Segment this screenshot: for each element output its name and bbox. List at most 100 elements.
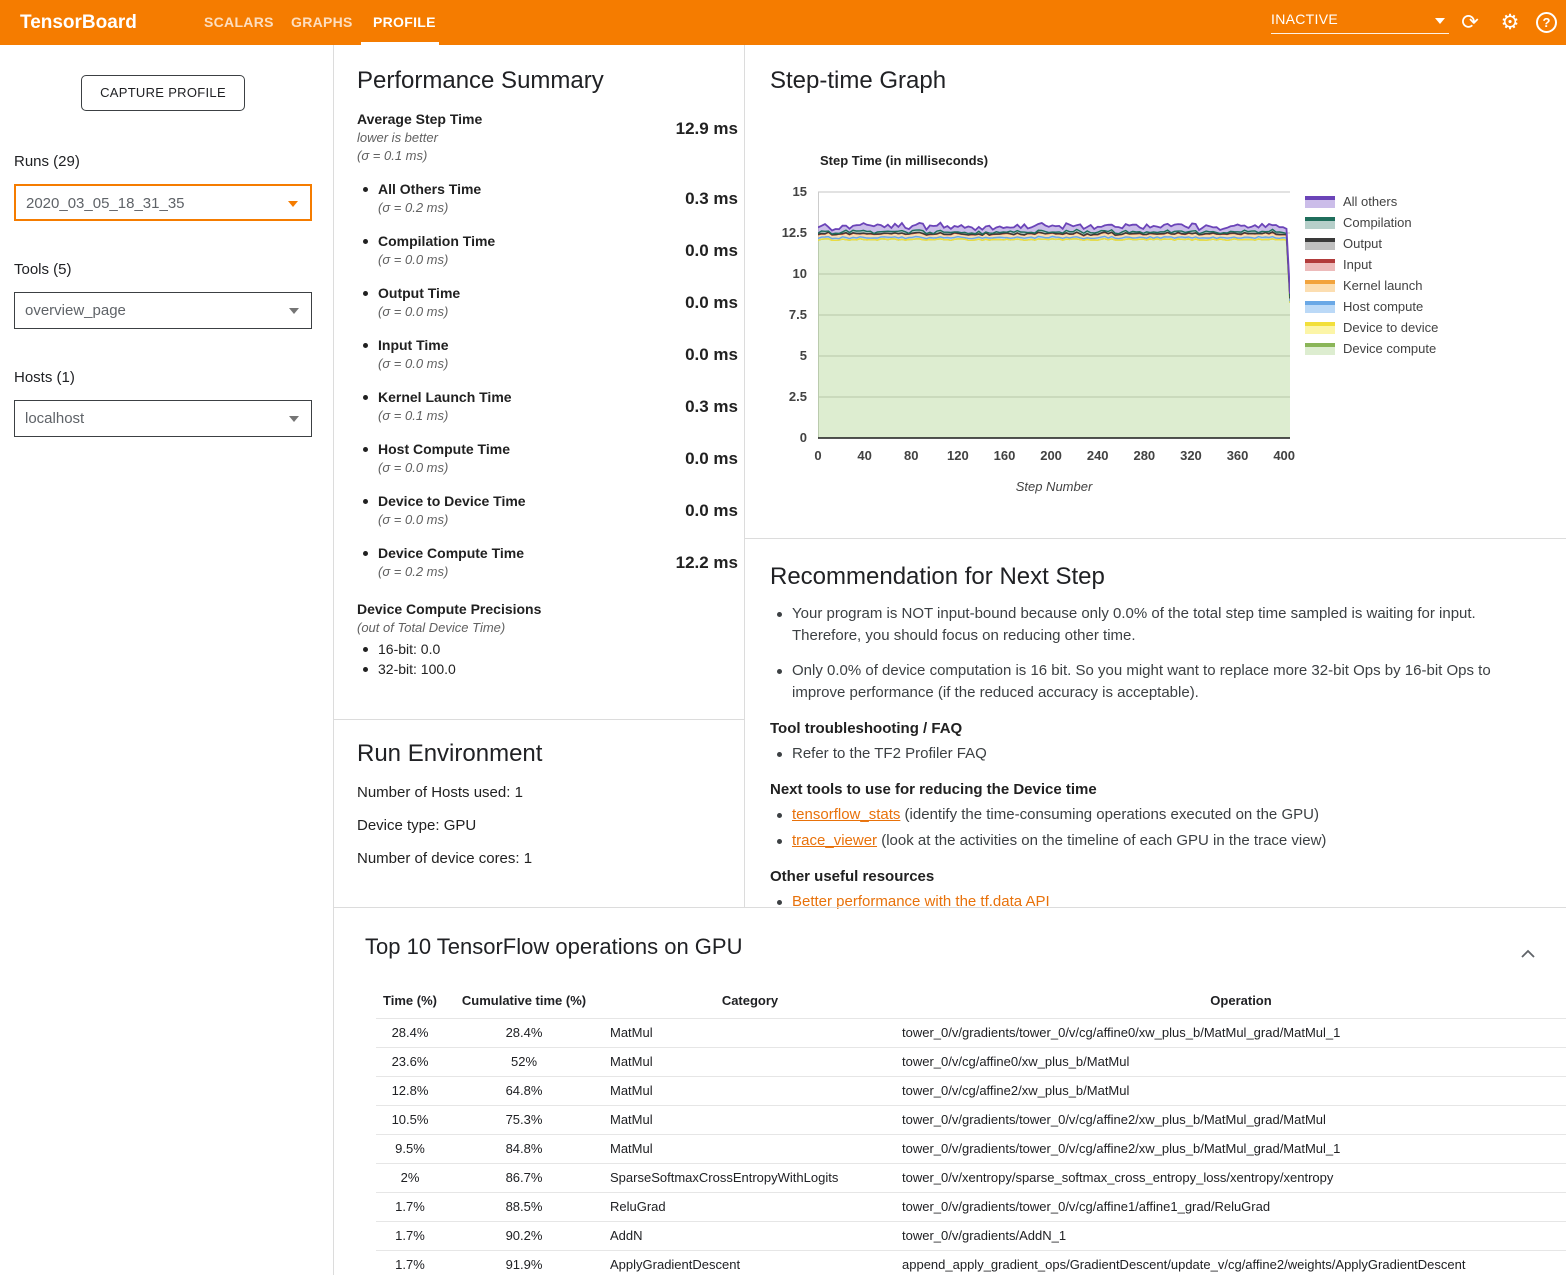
step-time-graph-title: Step-time Graph [770, 67, 946, 95]
tools-value: overview_page [25, 302, 126, 319]
metric-value: 0.0 ms [685, 241, 738, 261]
col-operation: Operation [896, 984, 1566, 1018]
run-environment-section: Run Environment Number of Hosts used: 1D… [334, 720, 745, 907]
other-resources-title: Other useful resources [770, 868, 1526, 885]
refresh-icon[interactable]: ⟳ [1457, 0, 1483, 45]
performance-item: Device to Device Time(σ = 0.0 ms)0.0 ms [357, 492, 702, 529]
performance-item: Device Compute Time(σ = 0.2 ms)12.2 ms [357, 544, 702, 581]
op-cumulative: 86.7% [444, 1163, 604, 1192]
op-time: 12.8% [376, 1076, 444, 1105]
metric-value: 0.0 ms [685, 293, 738, 313]
legend-item: Kernel launch [1305, 275, 1438, 296]
op-time: 23.6% [376, 1047, 444, 1076]
op-cumulative: 75.3% [444, 1105, 604, 1134]
hosts-value: localhost [25, 410, 84, 427]
table-row: 1.7%88.5%ReluGradtower_0/v/gradients/tow… [376, 1192, 1566, 1221]
op-operation: tower_0/v/gradients/tower_0/v/cg/affine1… [896, 1192, 1566, 1221]
recommendation-bullet: Only 0.0% of device computation is 16 bi… [770, 660, 1526, 704]
performance-summary-title: Performance Summary [357, 67, 702, 95]
y-tick-label: 0 [745, 430, 807, 445]
op-cumulative: 88.5% [444, 1192, 604, 1221]
legend-item: Compilation [1305, 212, 1438, 233]
hosts-select[interactable]: localhost [14, 400, 312, 437]
next-tool-item: trace_viewer (look at the activities on … [770, 830, 1526, 852]
op-cumulative: 84.8% [444, 1134, 604, 1163]
status-value: INACTIVE [1271, 11, 1338, 27]
step-time-chart [818, 190, 1290, 440]
op-category: MatMul [604, 1105, 896, 1134]
runs-select[interactable]: 2020_03_05_18_31_35 [14, 184, 312, 221]
app-title: TensorBoard [20, 0, 137, 45]
runs-label: Runs (29) [14, 153, 80, 170]
table-row: 1.7%90.2%AddNtower_0/v/gradients/AddN_1 [376, 1221, 1566, 1250]
status-dropdown[interactable]: INACTIVE [1271, 8, 1449, 34]
chevron-down-icon [289, 416, 299, 422]
x-tick-label: 360 [1227, 448, 1249, 463]
op-operation: tower_0/v/gradients/tower_0/v/cg/affine2… [896, 1105, 1566, 1134]
op-category: MatMul [604, 1076, 896, 1105]
run-environment-title: Run Environment [357, 740, 724, 768]
op-time: 1.7% [376, 1192, 444, 1221]
metric-value: 0.3 ms [685, 397, 738, 417]
top10-title: Top 10 TensorFlow operations on GPU [365, 934, 1566, 960]
legend-swatch [1305, 343, 1335, 355]
metric-value: 0.3 ms [685, 189, 738, 209]
x-tick-label: 40 [857, 448, 871, 463]
left-column: Performance Summary Average Step Timelow… [334, 45, 745, 907]
op-operation: tower_0/v/xentropy/sparse_softmax_cross_… [896, 1163, 1566, 1192]
help-icon[interactable]: ? [1536, 12, 1557, 33]
op-time: 9.5% [376, 1134, 444, 1163]
metric-value: 0.0 ms [685, 345, 738, 365]
tab-graphs[interactable]: GRAPHS [291, 0, 353, 45]
right-column: Step-time Graph Step Time (in millisecon… [745, 45, 1566, 907]
recommendation-title: Recommendation for Next Step [770, 563, 1526, 591]
precision-item: 16-bit: 0.0 [357, 639, 702, 659]
op-category: AddN [604, 1221, 896, 1250]
op-cumulative: 52% [444, 1047, 604, 1076]
tools-select[interactable]: overview_page [14, 292, 312, 329]
tab-scalars[interactable]: SCALARS [204, 0, 274, 45]
table-row: 28.4%28.4%MatMultower_0/v/gradients/towe… [376, 1018, 1566, 1047]
legend-item: Host compute [1305, 296, 1438, 317]
performance-item: Kernel Launch Time(σ = 0.1 ms)0.3 ms [357, 388, 702, 425]
op-time: 2% [376, 1163, 444, 1192]
op-time: 10.5% [376, 1105, 444, 1134]
x-axis-label: Step Number [1016, 479, 1093, 494]
performance-item: Host Compute Time(σ = 0.0 ms)0.0 ms [357, 440, 702, 477]
hosts-label: Hosts (1) [14, 369, 75, 386]
op-cumulative: 64.8% [444, 1076, 604, 1105]
op-operation: append_apply_gradient_ops/GradientDescen… [896, 1250, 1566, 1275]
x-tick-label: 200 [1040, 448, 1062, 463]
op-time: 1.7% [376, 1221, 444, 1250]
op-category: ReluGrad [604, 1192, 896, 1221]
tab-profile[interactable]: PROFILE [373, 0, 436, 45]
next-tools-title: Next tools to use for reducing the Devic… [770, 781, 1526, 798]
legend-swatch [1305, 301, 1335, 313]
collapse-chevron-icon[interactable] [1520, 946, 1536, 964]
table-row: 10.5%75.3%MatMultower_0/v/gradients/towe… [376, 1105, 1566, 1134]
op-category: MatMul [604, 1134, 896, 1163]
y-tick-label: 2.5 [745, 389, 807, 404]
tensorflow-stats-link[interactable]: tensorflow_stats [792, 806, 900, 823]
metric-value: 12.9 ms [676, 119, 738, 139]
step-time-graph-section: Step-time Graph Step Time (in millisecon… [745, 45, 1566, 539]
legend-swatch [1305, 217, 1335, 229]
x-tick-label: 120 [947, 448, 969, 463]
chevron-down-icon [288, 201, 298, 207]
y-tick-label: 5 [745, 348, 807, 363]
precisions-title: Device Compute Precisions [357, 599, 702, 619]
capture-profile-button[interactable]: CAPTURE PROFILE [81, 75, 245, 111]
legend-item: Device compute [1305, 338, 1438, 359]
chart-title: Step Time (in milliseconds) [820, 153, 988, 168]
op-time: 1.7% [376, 1250, 444, 1275]
faq-title: Tool troubleshooting / FAQ [770, 720, 1526, 737]
table-row: 1.7%91.9%ApplyGradientDescentappend_appl… [376, 1250, 1566, 1275]
legend-item: Device to device [1305, 317, 1438, 338]
gear-icon[interactable]: ⚙ [1497, 0, 1523, 45]
performance-item: Output Time(σ = 0.0 ms)0.0 ms [357, 284, 702, 321]
trace-viewer-link[interactable]: trace_viewer [792, 832, 877, 849]
y-tick-label: 10 [745, 266, 807, 281]
legend-item: All others [1305, 191, 1438, 212]
tensorboard-profile-page: TensorBoard SCALARS GRAPHS PROFILE INACT… [0, 0, 1566, 1275]
app-header: TensorBoard SCALARS GRAPHS PROFILE INACT… [0, 0, 1566, 45]
